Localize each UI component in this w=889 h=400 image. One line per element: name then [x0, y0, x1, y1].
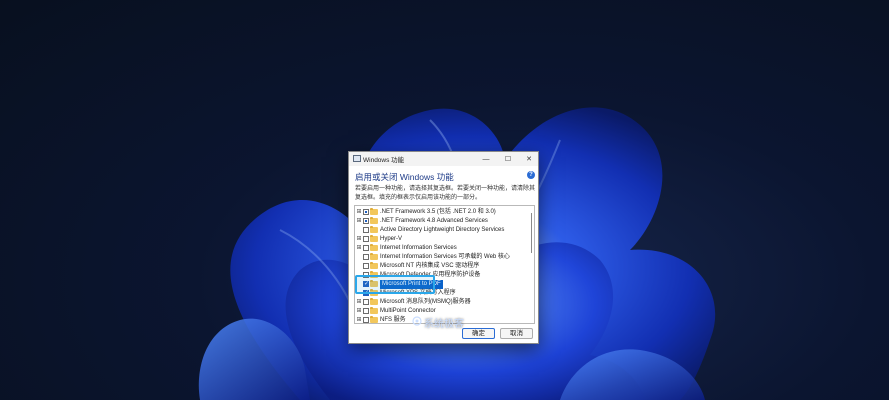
- folder-icon: [370, 226, 378, 233]
- feature-checkbox[interactable]: [363, 263, 369, 269]
- folder-icon: [370, 262, 378, 269]
- watermark-text: 系统极客: [424, 319, 464, 330]
- scrollbar[interactable]: [530, 209, 533, 319]
- help-icon[interactable]: ?: [527, 171, 535, 179]
- expand-icon[interactable]: ⊞: [356, 209, 362, 215]
- ok-button[interactable]: 确定: [462, 328, 495, 339]
- dialog-heading: 启用或关闭 Windows 功能: [355, 172, 454, 182]
- feature-row[interactable]: ⊞ Internet Information Services: [355, 244, 527, 253]
- feature-checkbox[interactable]: [363, 317, 369, 323]
- feature-row[interactable]: ⊞ Hyper-V: [355, 235, 527, 244]
- expand-icon[interactable]: ⊞: [356, 317, 362, 323]
- folder-icon: [370, 307, 378, 314]
- feature-label: Microsoft 消息队列(MSMQ)服务器: [380, 299, 471, 305]
- feature-label: Internet Information Services: [380, 245, 457, 251]
- feature-checkbox[interactable]: [363, 218, 369, 224]
- feature-checkbox[interactable]: [363, 227, 369, 233]
- feature-label: NFS 服务: [380, 317, 406, 323]
- expand-icon[interactable]: ⊞: [356, 299, 362, 305]
- feature-row[interactable]: ⊞ .NET Framework 4.8 Advanced Services: [355, 217, 527, 226]
- folder-icon: [370, 217, 378, 224]
- feature-row[interactable]: Active Directory Lightweight Directory S…: [355, 226, 527, 235]
- feature-label: Hyper-V: [380, 236, 403, 242]
- minimize-button[interactable]: —: [478, 152, 494, 166]
- folder-icon: [370, 235, 378, 242]
- feature-checkbox[interactable]: [363, 308, 369, 314]
- folder-icon: [370, 298, 378, 305]
- feature-checkbox[interactable]: [363, 299, 369, 305]
- feature-label: Active Directory Lightweight Directory S…: [380, 227, 505, 233]
- feature-label: Internet Information Services 可承载的 Web 核…: [380, 254, 510, 260]
- feature-row[interactable]: Microsoft NT 内核集成 VSC 驱动程序: [355, 262, 527, 271]
- feature-label: Microsoft NT 内核集成 VSC 驱动程序: [380, 263, 480, 269]
- feature-row[interactable]: ⊞ .NET Framework 3.5 (包括 .NET 2.0 和 3.0): [355, 208, 527, 217]
- feature-checkbox[interactable]: [363, 209, 369, 215]
- cancel-button[interactable]: 取消: [500, 328, 533, 339]
- expand-icon[interactable]: ⊞: [356, 245, 362, 251]
- feature-checkbox[interactable]: [363, 245, 369, 251]
- dialog-description: 若要启用一种功能，请选择其复选框。若要关闭一种功能，请清除其复选框。填充的框表示…: [355, 186, 536, 201]
- feature-row[interactable]: ⊞ Microsoft 消息队列(MSMQ)服务器: [355, 298, 527, 307]
- feature-row[interactable]: Internet Information Services 可承载的 Web 核…: [355, 253, 527, 262]
- windows-features-icon: [353, 155, 361, 162]
- feature-label: .NET Framework 3.5 (包括 .NET 2.0 和 3.0): [380, 209, 496, 215]
- folder-icon: [370, 316, 378, 323]
- expand-icon[interactable]: ⊞: [356, 218, 362, 224]
- watermark-logo-icon: [412, 316, 422, 326]
- folder-icon: [370, 208, 378, 215]
- expand-icon[interactable]: ⊞: [356, 308, 362, 314]
- feature-checkbox[interactable]: [363, 236, 369, 242]
- highlight-frame: [355, 275, 435, 294]
- features-tree[interactable]: ⊞ .NET Framework 3.5 (包括 .NET 2.0 和 3.0) ⊞…: [354, 205, 535, 324]
- feature-checkbox[interactable]: [363, 254, 369, 260]
- title-bar[interactable]: Windows 功能 — ☐ ✕: [349, 152, 538, 166]
- maximize-button[interactable]: ☐: [500, 152, 516, 166]
- folder-icon: [370, 253, 378, 260]
- expand-icon[interactable]: ⊞: [356, 236, 362, 242]
- scroll-thumb[interactable]: [531, 213, 532, 253]
- window-title: Windows 功能: [363, 157, 405, 164]
- feature-label: .NET Framework 4.8 Advanced Services: [380, 218, 488, 224]
- close-button[interactable]: ✕: [521, 152, 537, 166]
- folder-icon: [370, 244, 378, 251]
